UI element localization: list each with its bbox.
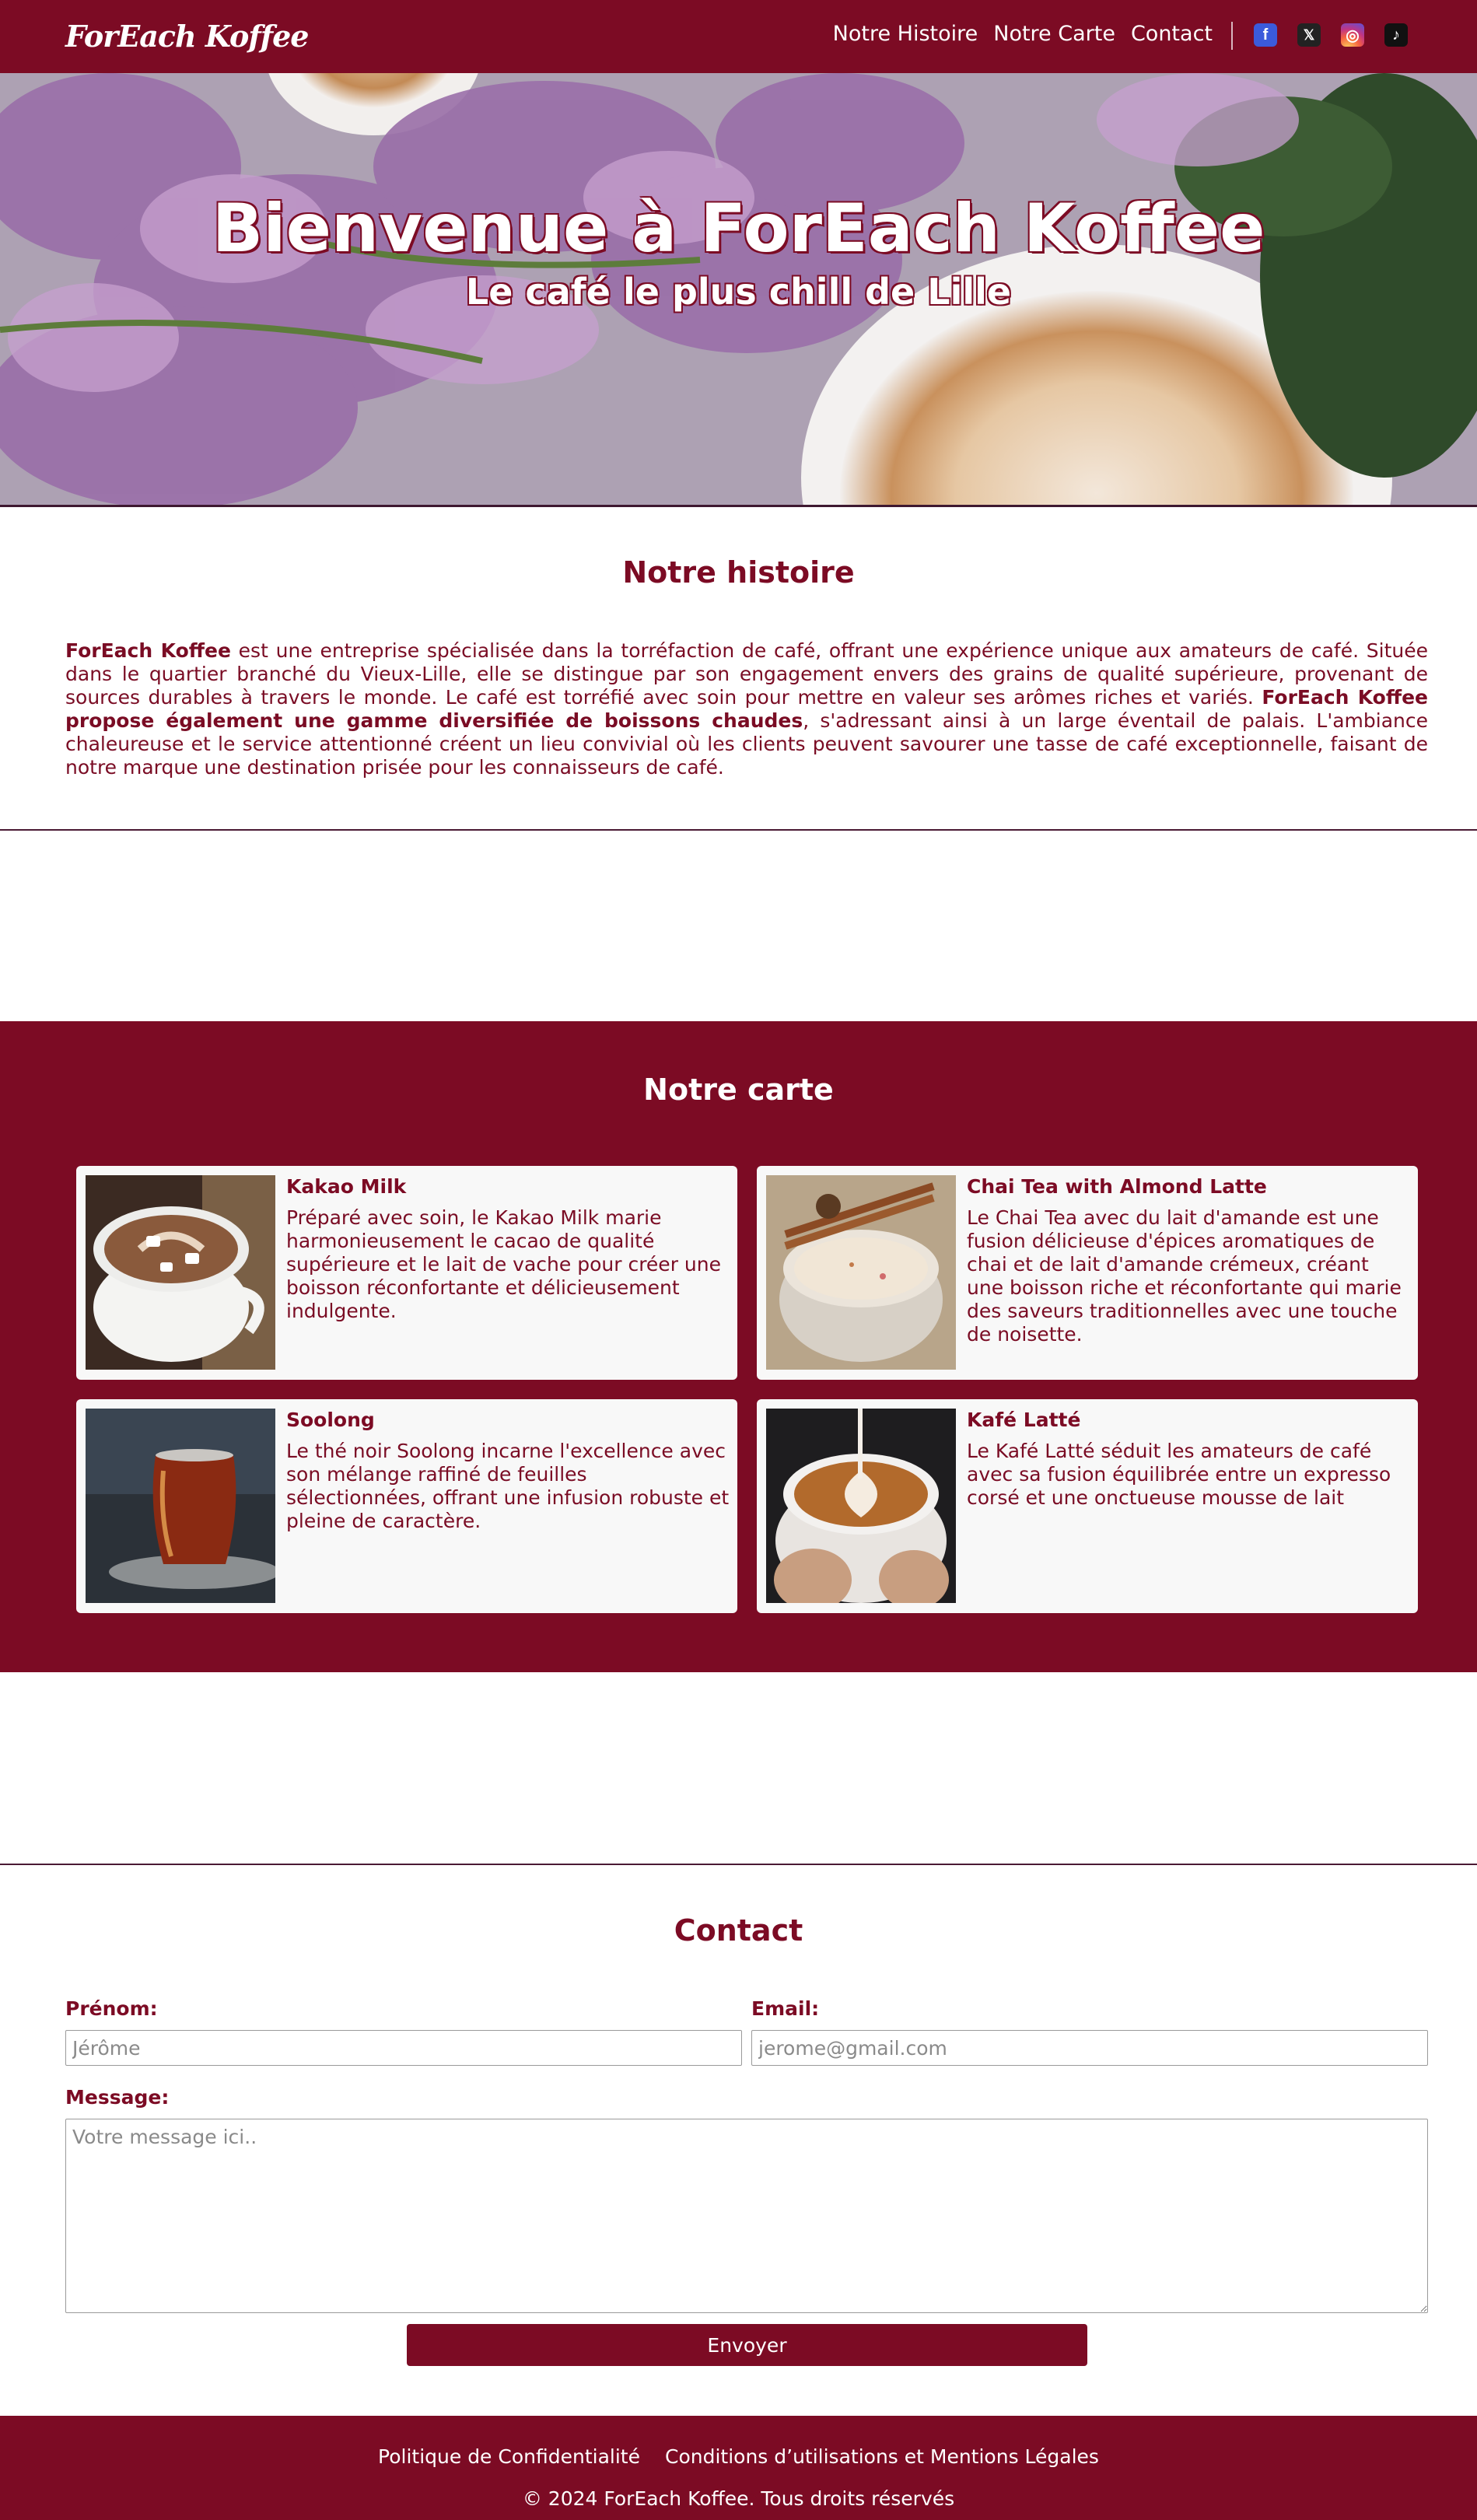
hero-subtitle: Le café le plus chill de Lille [465,271,1012,313]
x-twitter-icon[interactable]: 𝕏 [1297,23,1321,47]
menu-card: Chai Tea with Almond Latte Le Chai Tea a… [757,1166,1418,1380]
section-divider [0,1864,1477,1865]
social-links: f 𝕏 ◎ ♪ [1254,23,1408,47]
privacy-policy-link[interactable]: Politique de Confidentialité [378,2445,640,2468]
histoire-heading: Notre histoire [622,555,855,590]
message-textarea[interactable] [65,2119,1428,2313]
prenom-label: Prénom: [65,1997,158,2020]
carte-heading: Notre carte [643,1073,834,1107]
email-input[interactable] [751,2030,1428,2066]
site-footer: Politique de Confidentialité Conditions … [0,2416,1477,2520]
instagram-icon[interactable]: ◎ [1341,23,1364,47]
footer-links: Politique de Confidentialité Conditions … [0,2445,1477,2468]
prenom-input[interactable] [65,2030,742,2066]
histoire-brand: ForEach Koffee [65,639,231,662]
menu-item-name: Chai Tea with Almond Latte [967,1175,1267,1198]
menu-card: Soolong Le thé noir Soolong incarne l'ex… [76,1399,737,1613]
message-label: Message: [65,2086,170,2109]
menu-item-name: Soolong [286,1409,375,1431]
facebook-icon[interactable]: f [1254,23,1277,47]
nav-link-contact[interactable]: Contact [1131,22,1213,46]
contact-heading: Contact [674,1913,803,1948]
hero-banner: Bienvenue à ForEach Koffee Le café le pl… [0,73,1477,507]
section-divider [0,829,1477,831]
histoire-text-1: est une entreprise spécialisée dans la t… [65,639,1428,709]
nav-divider [1231,22,1233,50]
menu-card: Kakao Milk Préparé avec soin, le Kakao M… [76,1166,737,1380]
hero-title: Bienvenue à ForEach Koffee [212,190,1265,268]
copyright-text: © 2024 ForEach Koffee. Tous droits réser… [522,2487,955,2510]
carte-section: Notre carte Kakao Milk Préparé avec soin… [0,1021,1477,1672]
menu-item-name: Kafé Latté [967,1409,1081,1431]
nav-link-carte[interactable]: Notre Carte [993,22,1115,46]
kakao-milk-image [86,1175,275,1370]
nav-link-histoire[interactable]: Notre Histoire [833,22,978,46]
terms-link[interactable]: Conditions d’utilisations et Mentions Lé… [665,2445,1099,2468]
menu-item-name: Kakao Milk [286,1175,407,1198]
menu-item-description: Le thé noir Soolong incarne l'excellence… [286,1440,730,1532]
main-nav: Notre Histoire Notre Carte Contact [833,22,1213,46]
soolong-image [86,1409,275,1603]
menu-item-description: Le Chai Tea avec du lait d'amande est un… [967,1206,1402,1346]
histoire-paragraph: ForEach Koffee est une entreprise spécia… [65,639,1428,779]
tiktok-icon[interactable]: ♪ [1384,23,1408,47]
email-label: Email: [751,1997,820,2020]
menu-item-description: Le Kafé Latté séduit les amateurs de caf… [967,1440,1391,1509]
logo[interactable]: ForEach Koffee [65,19,309,54]
chai-tea-image [766,1175,956,1370]
kafe-latte-image [766,1409,956,1603]
site-header: ForEach Koffee Notre Histoire Notre Cart… [0,0,1477,73]
menu-item-description: Préparé avec soin, le Kakao Milk marie h… [286,1206,721,1322]
menu-card: Kafé Latté Le Kafé Latté séduit les amat… [757,1399,1418,1613]
submit-button[interactable]: Envoyer [407,2324,1087,2366]
